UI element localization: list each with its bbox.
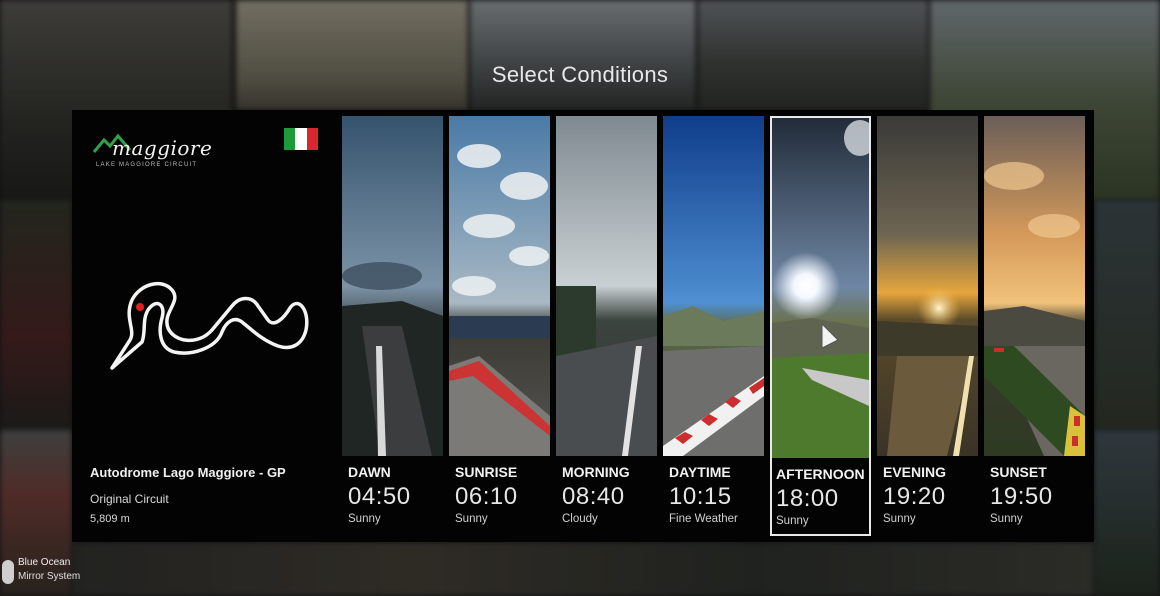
track-length: 5,809 m bbox=[90, 513, 130, 525]
pointer-cursor-icon bbox=[821, 322, 839, 349]
condition-card-sunset[interactable]: SUNSET 19:50 Sunny bbox=[984, 116, 1085, 536]
condition-time: 10:15 bbox=[669, 483, 732, 510]
condition-name: DAYTIME bbox=[669, 464, 731, 480]
condition-time: 19:50 bbox=[990, 483, 1053, 510]
condition-thumbnail bbox=[772, 118, 869, 458]
condition-weather: Cloudy bbox=[562, 513, 598, 525]
conditions-panel: maggiore LAKE MAGGIORE CIRCUIT Autodrome… bbox=[72, 110, 1094, 542]
condition-name: SUNRISE bbox=[455, 464, 518, 480]
condition-weather: Sunny bbox=[348, 513, 381, 525]
condition-card-evening[interactable]: EVENING 19:20 Sunny bbox=[877, 116, 978, 536]
condition-card-daytime[interactable]: DAYTIME 10:15 Fine Weather bbox=[663, 116, 764, 536]
track-logo: maggiore LAKE MAGGIORE CIRCUIT bbox=[92, 132, 232, 176]
condition-name: MORNING bbox=[562, 464, 630, 480]
condition-name: EVENING bbox=[883, 464, 947, 480]
condition-thumbnail bbox=[984, 116, 1085, 456]
condition-name: SUNSET bbox=[990, 464, 1047, 480]
condition-weather: Sunny bbox=[883, 513, 916, 525]
condition-thumbnail bbox=[556, 116, 657, 456]
condition-time: 06:10 bbox=[455, 483, 518, 510]
condition-weather: Fine Weather bbox=[669, 513, 738, 525]
track-name: Autodrome Lago Maggiore - GP bbox=[90, 465, 286, 480]
screen-title: Select Conditions bbox=[491, 62, 669, 87]
condition-time: 19:20 bbox=[883, 483, 946, 510]
condition-time: 18:00 bbox=[776, 485, 839, 512]
condition-name: AFTERNOON bbox=[776, 466, 865, 482]
condition-weather: Sunny bbox=[990, 513, 1023, 525]
italy-flag-icon bbox=[284, 128, 318, 150]
music-icon bbox=[2, 560, 14, 584]
condition-thumbnail bbox=[877, 116, 978, 456]
track-layout: Original Circuit bbox=[90, 492, 169, 506]
track-position-marker bbox=[136, 303, 144, 311]
condition-thumbnail bbox=[449, 116, 550, 456]
condition-weather: Sunny bbox=[776, 515, 809, 527]
condition-card-sunrise[interactable]: SUNRISE 06:10 Sunny bbox=[449, 116, 550, 536]
condition-weather: Sunny bbox=[455, 513, 488, 525]
now-playing-track: Blue Ocean bbox=[18, 557, 71, 568]
condition-thumbnail bbox=[342, 116, 443, 456]
condition-thumbnail bbox=[663, 116, 764, 456]
track-map bbox=[110, 281, 309, 370]
track-info: maggiore LAKE MAGGIORE CIRCUIT Autodrome… bbox=[72, 110, 340, 542]
condition-name: DAWN bbox=[348, 464, 391, 480]
condition-card-morning[interactable]: MORNING 08:40 Cloudy bbox=[556, 116, 657, 536]
condition-time: 04:50 bbox=[348, 483, 411, 510]
condition-time: 08:40 bbox=[562, 483, 625, 510]
condition-card-dawn[interactable]: DAWN 04:50 Sunny bbox=[342, 116, 443, 536]
now-playing-artist: Mirror System bbox=[18, 571, 81, 582]
